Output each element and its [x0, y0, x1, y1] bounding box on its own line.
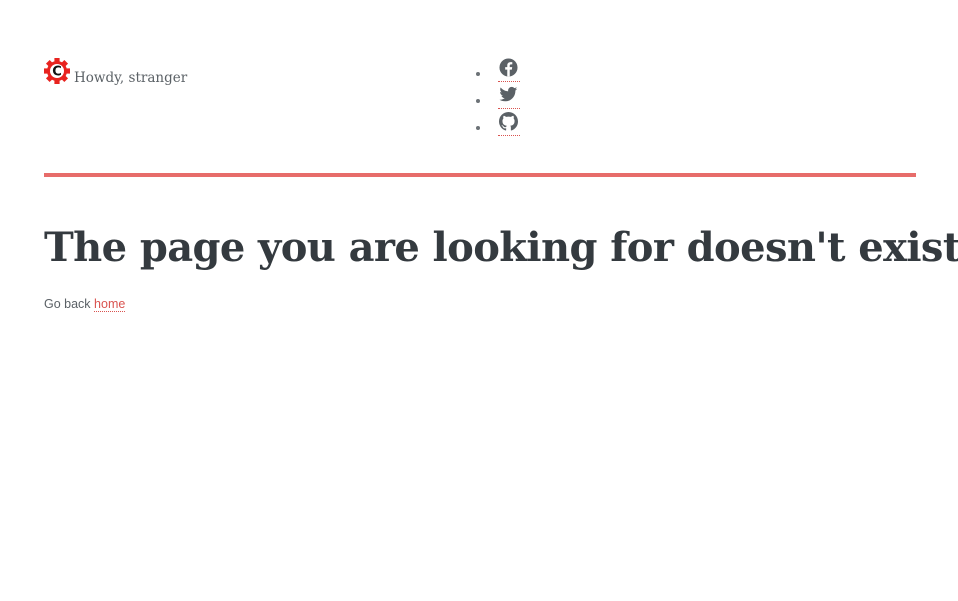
home-link[interactable]: home	[94, 297, 126, 312]
go-back-prefix: Go back	[44, 297, 91, 311]
facebook-link[interactable]	[498, 57, 520, 82]
social-links	[476, 56, 520, 137]
greeting-text: Howdy, stranger	[74, 69, 188, 86]
list-bullet	[476, 98, 480, 103]
brand-link[interactable]: C Howdy, stranger	[44, 56, 187, 86]
list-bullet	[476, 125, 480, 130]
twitter-link[interactable]	[498, 85, 520, 109]
logo-letter: C	[52, 65, 62, 80]
page-title: The page you are looking for doesn't exi…	[44, 224, 958, 271]
header-divider	[44, 173, 916, 177]
list-bullet	[476, 71, 480, 76]
twitter-icon	[499, 86, 518, 101]
github-link[interactable]	[498, 111, 520, 136]
go-back-text: Go back home	[44, 297, 126, 312]
facebook-icon	[499, 57, 518, 77]
site-header: C Howdy, stranger	[44, 56, 916, 146]
gear-logo-icon: C	[44, 58, 70, 84]
github-icon	[499, 111, 518, 131]
social-item-facebook	[476, 56, 520, 83]
social-item-twitter	[476, 83, 520, 110]
social-item-github	[476, 110, 520, 137]
